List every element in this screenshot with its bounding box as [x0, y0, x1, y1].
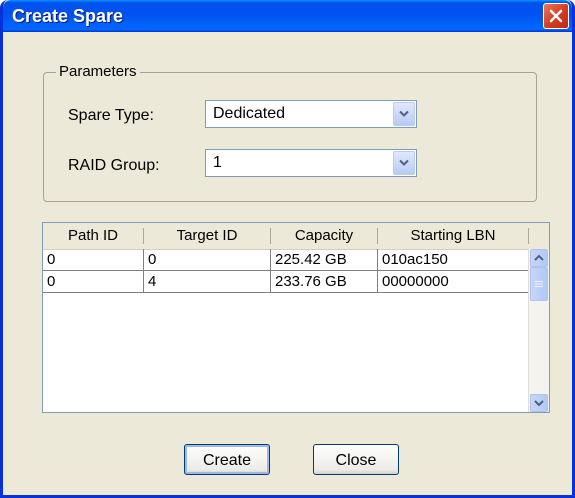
create-button[interactable]: Create [184, 444, 270, 475]
parameters-legend: Parameters [56, 63, 140, 80]
scroll-thumb[interactable] [530, 267, 548, 301]
spare-type-select[interactable]: Dedicated [205, 100, 417, 128]
cell-target-id: 0 [144, 249, 271, 271]
chevron-down-icon [399, 110, 409, 117]
cell-path-id: 0 [43, 249, 144, 271]
column-header-target-id[interactable]: Target ID [144, 223, 270, 249]
scroll-down-button[interactable] [530, 394, 548, 412]
table-header: Path ID Target ID Capacity Starting LBN [43, 223, 549, 250]
chevron-down-icon [534, 400, 544, 407]
raid-group-dropdown-button[interactable] [393, 151, 415, 175]
spare-disks-table: Path ID Target ID Capacity Starting LBN … [42, 222, 550, 413]
close-window-button[interactable] [543, 3, 569, 29]
raid-group-select[interactable]: 1 [205, 149, 417, 177]
table-row[interactable]: 0 4 233.76 GB 00000000 [43, 271, 529, 293]
parameters-group: Parameters Spare Type: Dedicated RAID Gr… [43, 63, 537, 202]
spare-type-label: Spare Type: [68, 107, 154, 124]
scroll-up-button[interactable] [530, 249, 548, 267]
create-spare-dialog: Create Spare Parameters Spare Type: Dedi… [0, 0, 575, 498]
cell-capacity: 225.42 GB [271, 249, 378, 271]
cell-capacity: 233.76 GB [271, 271, 378, 293]
column-header-starting-lbn[interactable]: Starting LBN [378, 223, 528, 249]
raid-group-value: 1 [213, 154, 222, 171]
table-row[interactable]: 0 0 225.42 GB 010ac150 [43, 249, 529, 271]
cell-target-id: 4 [144, 271, 271, 293]
raid-group-label: RAID Group: [68, 157, 160, 174]
cell-starting-lbn: 00000000 [378, 271, 529, 293]
cell-path-id: 0 [43, 271, 144, 293]
column-header-capacity[interactable]: Capacity [271, 223, 377, 249]
spare-type-value: Dedicated [213, 105, 286, 122]
chevron-down-icon [399, 159, 409, 166]
dialog-title: Create Spare [12, 6, 124, 26]
close-button[interactable]: Close [313, 444, 399, 475]
chevron-up-icon [534, 254, 544, 261]
vertical-scrollbar[interactable] [528, 249, 549, 412]
cell-starting-lbn: 010ac150 [378, 249, 529, 271]
column-header-path-id[interactable]: Path ID [43, 223, 143, 249]
title-bar[interactable]: Create Spare [3, 0, 572, 32]
grip-icon [535, 281, 543, 287]
spare-type-dropdown-button[interactable] [393, 102, 415, 126]
close-icon [549, 9, 563, 23]
